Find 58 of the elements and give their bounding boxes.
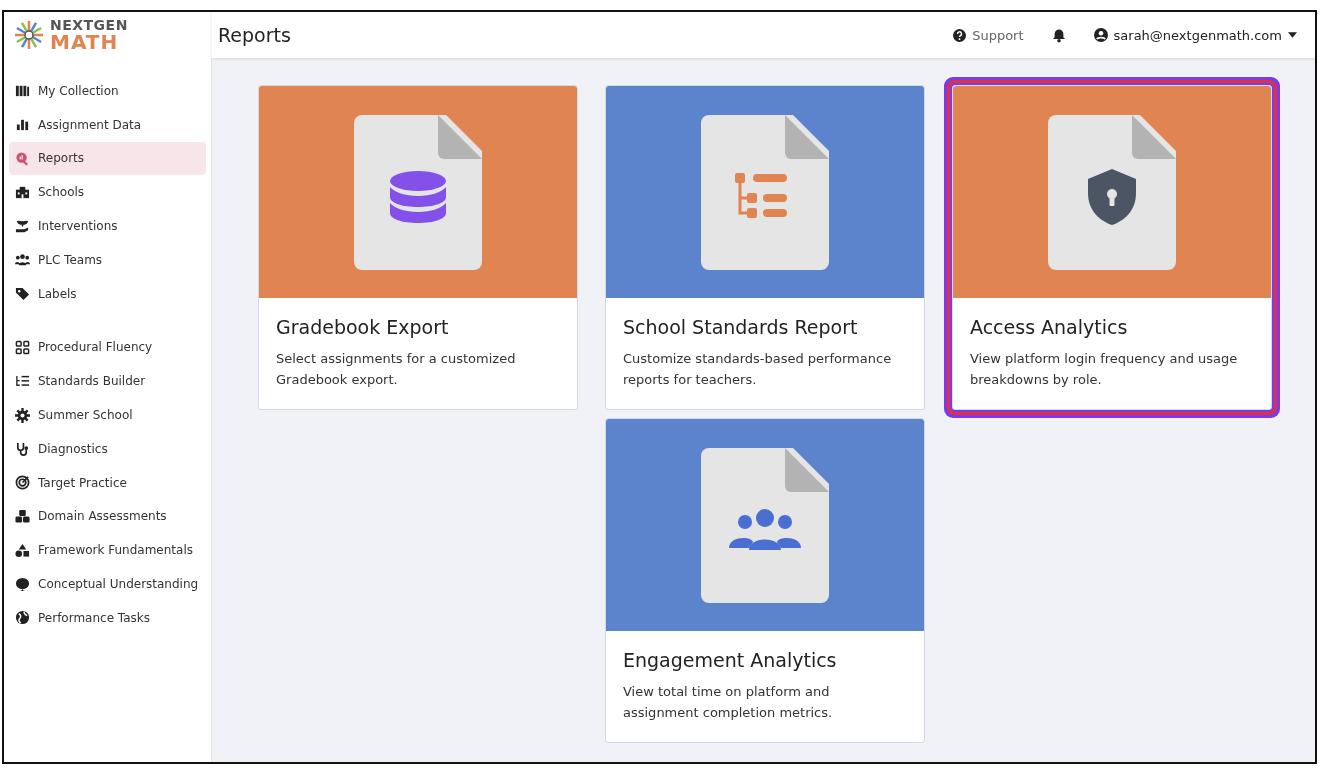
starburst-logo-icon — [12, 20, 46, 50]
sidebar-item[interactable]: Schools — [9, 175, 206, 210]
sidebar-item[interactable]: Procedural Fluency — [9, 330, 206, 365]
card-title: School Standards Report — [623, 316, 859, 338]
building-icon — [15, 184, 30, 200]
tag-icon — [15, 286, 30, 302]
hierarchy-list-icon — [735, 172, 787, 218]
document-icon — [701, 114, 829, 270]
sidebar-item[interactable]: Summer School — [9, 398, 206, 432]
sidebar-item[interactable]: Target Practice — [9, 465, 206, 500]
people-icon — [729, 508, 801, 550]
card-description: View platform login frequency and usage breakdowns by role. — [970, 350, 1239, 389]
sidebar-item[interactable]: Framework Fundamentals — [9, 533, 206, 568]
stethoscope-icon — [15, 441, 30, 457]
plant-hand-icon — [15, 218, 30, 234]
support-link[interactable]: Support — [953, 27, 1024, 43]
grid-icon — [15, 339, 30, 355]
shapes-icon — [15, 542, 30, 558]
user-menu[interactable]: sarah@nextgenmath.com — [1093, 27, 1297, 43]
database-icon — [390, 170, 446, 223]
report-card[interactable]: Gradebook Export Select assignments for a customized Gradebook export. — [258, 85, 578, 410]
sidebar-item[interactable]: Labels — [9, 276, 206, 311]
page-title: Reports — [218, 24, 292, 46]
people-icon — [15, 252, 30, 268]
card-title: Gradebook Export — [276, 316, 450, 338]
sidebar-item[interactable]: Conceptual Understanding — [9, 567, 206, 601]
caret-down-icon — [1288, 32, 1297, 38]
report-card[interactable]: Engagement Analytics View total time on platform and assignment completion metrics. — [605, 418, 925, 743]
globe-icon — [15, 610, 30, 626]
books-icon — [15, 83, 30, 99]
card-description: Customize standards-based performance reports for teachers. — [623, 350, 893, 389]
list-tree-icon — [15, 373, 30, 389]
shield-lock-icon — [1088, 168, 1136, 225]
logo-wordmark: MATH — [50, 32, 120, 52]
sidebar-item[interactable]: Domain Assessments — [9, 499, 206, 534]
card-description: Select assignments for a customized Gradebook export. — [276, 350, 517, 389]
search-chart-icon — [15, 151, 30, 166]
card-description: View total time on platform and assignment completion metrics. — [623, 683, 834, 722]
report-card[interactable]: School Standards Report Customize standards-based performance reports for teachers. — [605, 85, 925, 410]
document-icon — [701, 447, 829, 603]
sidebar-item[interactable]: Diagnostics — [9, 431, 206, 466]
notification-bell-icon[interactable] — [1051, 27, 1066, 43]
sidebar-item[interactable]: Interventions — [9, 209, 206, 243]
sidebar-item[interactable]: Performance Tasks — [9, 600, 206, 635]
card-title: Engagement Analytics — [623, 649, 838, 671]
logo-wordmark: NEXTGEN — [50, 18, 128, 32]
target-icon — [15, 475, 30, 491]
bar-chart-icon — [15, 117, 30, 133]
sidebar-item[interactable]: My Collection — [9, 74, 206, 108]
sidebar-item[interactable]: PLC Teams — [9, 243, 206, 277]
sidebar-item[interactable]: Assignment Data — [9, 107, 206, 142]
card-title: Access Analytics — [970, 316, 1129, 338]
user-circle-icon — [1093, 28, 1108, 42]
sidebar-item[interactable]: Standards Builder — [9, 364, 206, 399]
gear-icon — [15, 407, 30, 423]
cubes-icon — [15, 508, 30, 524]
sidebar-item[interactable]: Reports — [9, 141, 206, 176]
question-circle-icon — [953, 28, 967, 42]
